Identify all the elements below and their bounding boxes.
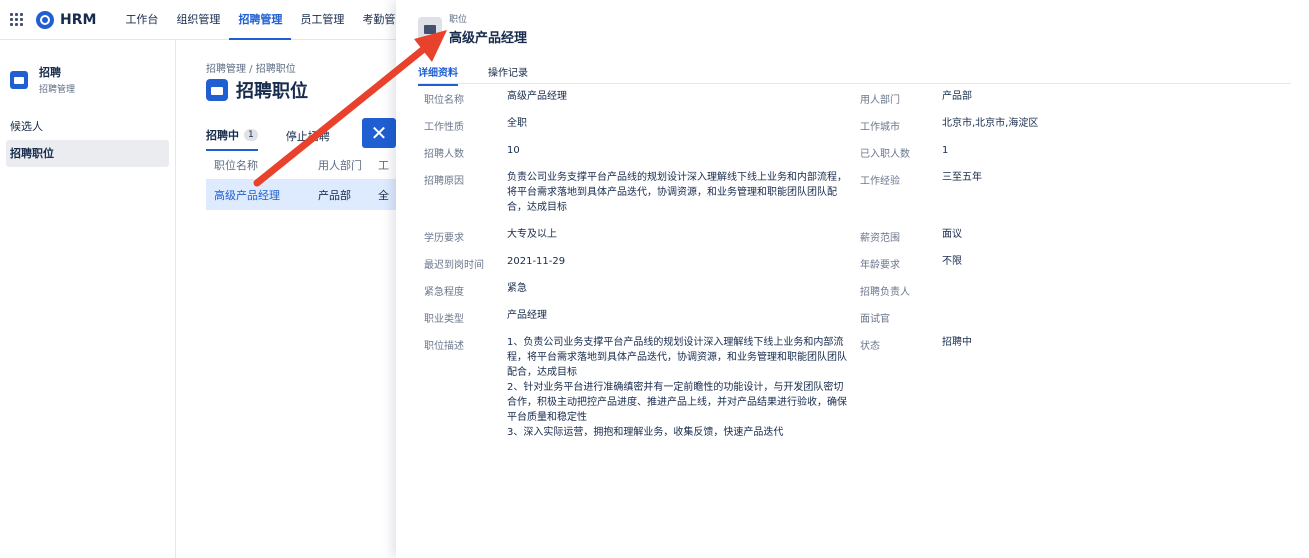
panel-title: 高级产品经理 xyxy=(449,31,528,46)
briefcase-icon xyxy=(418,17,442,41)
field-value: 产品部 xyxy=(942,91,972,102)
field-value: 全职 xyxy=(507,118,527,129)
sidebar-item-candidates[interactable]: 候选人 xyxy=(6,113,169,140)
nav-item-workbench[interactable]: 工作台 xyxy=(116,0,167,40)
field-label: 紧急程度 xyxy=(424,287,464,298)
field-value: 紧急 xyxy=(507,283,527,294)
table-row[interactable]: 高级产品经理 产品部 全 xyxy=(206,180,396,210)
field-label: 职位名称 xyxy=(424,95,464,106)
field-label: 已入职人数 xyxy=(860,149,910,160)
field-label: 状态 xyxy=(860,341,880,352)
field-value: 2021-11-29 xyxy=(507,256,566,267)
field-value-description: 1、负责公司业务支撑平台产品线的规划设计深入理解线下线上业务和内部流程，将平台需… xyxy=(507,337,847,438)
field-label: 用人部门 xyxy=(860,95,900,106)
field-label: 招聘原因 xyxy=(424,176,464,187)
table-header: 职位名称 用人部门 工 xyxy=(206,150,396,180)
sidebar-item-positions[interactable]: 招聘职位 xyxy=(6,140,169,167)
cell-position-name[interactable]: 高级产品经理 xyxy=(206,187,318,203)
position-tabs: 招聘中 1 停止招聘 xyxy=(206,127,358,151)
field-label: 年龄要求 xyxy=(860,260,900,271)
close-panel-button[interactable]: ✕ xyxy=(362,118,396,148)
field-label: 工作性质 xyxy=(424,122,464,133)
briefcase-icon xyxy=(206,79,228,101)
field-label: 工作城市 xyxy=(860,122,900,133)
field-label: 招聘人数 xyxy=(424,149,464,160)
field-value-reason: 负责公司业务支撑平台产品线的规划设计深入理解线下线上业务和内部流程，将平台需求落… xyxy=(507,172,847,213)
main-nav: 工作台 组织管理 招聘管理 员工管理 考勤管理 xyxy=(116,0,415,40)
field-value: 三至五年 xyxy=(942,172,982,183)
field-label: 面试官 xyxy=(860,314,890,325)
page-title-text: 招聘职位 xyxy=(236,81,308,102)
sidebar-header: 招聘 招聘管理 xyxy=(0,40,175,95)
field-value: 北京市,北京市,海淀区 xyxy=(942,118,1039,129)
column-header-type[interactable]: 工 xyxy=(378,157,396,173)
brand-logo[interactable]: HRM xyxy=(36,10,97,29)
field-label: 职位描述 xyxy=(424,341,464,352)
field-label: 职业类型 xyxy=(424,314,464,325)
page-title: 招聘职位 xyxy=(206,77,308,103)
field-label: 学历要求 xyxy=(424,233,464,244)
breadcrumb: 招聘管理 / 招聘职位 xyxy=(206,64,296,75)
nav-item-org[interactable]: 组织管理 xyxy=(167,0,229,40)
field-value-status: 招聘中 xyxy=(942,337,972,348)
field-label: 薪资范围 xyxy=(860,233,900,244)
field-value: 不限 xyxy=(942,256,962,267)
column-header-name[interactable]: 职位名称 xyxy=(206,157,318,173)
cell-department: 产品部 xyxy=(318,189,351,202)
field-value: 高级产品经理 xyxy=(507,91,567,102)
sidebar-subtitle: 招聘管理 xyxy=(39,85,76,95)
field-value: 面议 xyxy=(942,229,962,240)
field-label: 招聘负责人 xyxy=(860,287,910,298)
count-badge: 1 xyxy=(244,129,258,141)
app-switcher-icon[interactable] xyxy=(10,12,24,27)
briefcase-icon xyxy=(10,70,28,89)
brand-name: HRM xyxy=(60,11,97,28)
column-header-dept[interactable]: 用人部门 xyxy=(318,157,378,173)
position-detail-panel: 职位 高级产品经理 详细资料 操作记录 职位名称 高级产品经理 工作性质 全职 … xyxy=(396,0,1309,558)
tab-hiring-label: 招聘中 xyxy=(206,129,239,142)
cell-type: 全 xyxy=(378,189,389,202)
panel-header: 职位 高级产品经理 xyxy=(418,12,527,46)
hrm-logo-icon xyxy=(36,10,54,29)
positions-table: 职位名称 用人部门 工 高级产品经理 产品部 全 xyxy=(206,150,396,210)
divider xyxy=(418,83,1291,84)
main-content: 招聘管理 / 招聘职位 招聘职位 招聘中 1 停止招聘 ✕ 职位名称 用人部门 … xyxy=(176,40,396,558)
field-label: 最迟到岗时间 xyxy=(424,260,484,271)
field-value: 10 xyxy=(507,145,520,156)
nav-item-employees[interactable]: 员工管理 xyxy=(291,0,353,40)
field-value: 产品经理 xyxy=(507,310,547,321)
sidebar-title: 招聘 xyxy=(39,66,61,79)
tab-stopped[interactable]: 停止招聘 xyxy=(286,127,330,151)
tab-hiring[interactable]: 招聘中 1 xyxy=(206,127,258,151)
field-value: 大专及以上 xyxy=(507,229,557,240)
field-value: 1 xyxy=(942,145,949,156)
nav-item-recruitment[interactable]: 招聘管理 xyxy=(229,0,292,40)
sidebar: 招聘 招聘管理 候选人 招聘职位 xyxy=(0,40,176,558)
field-label: 工作经验 xyxy=(860,176,900,187)
panel-label: 职位 xyxy=(449,15,468,25)
